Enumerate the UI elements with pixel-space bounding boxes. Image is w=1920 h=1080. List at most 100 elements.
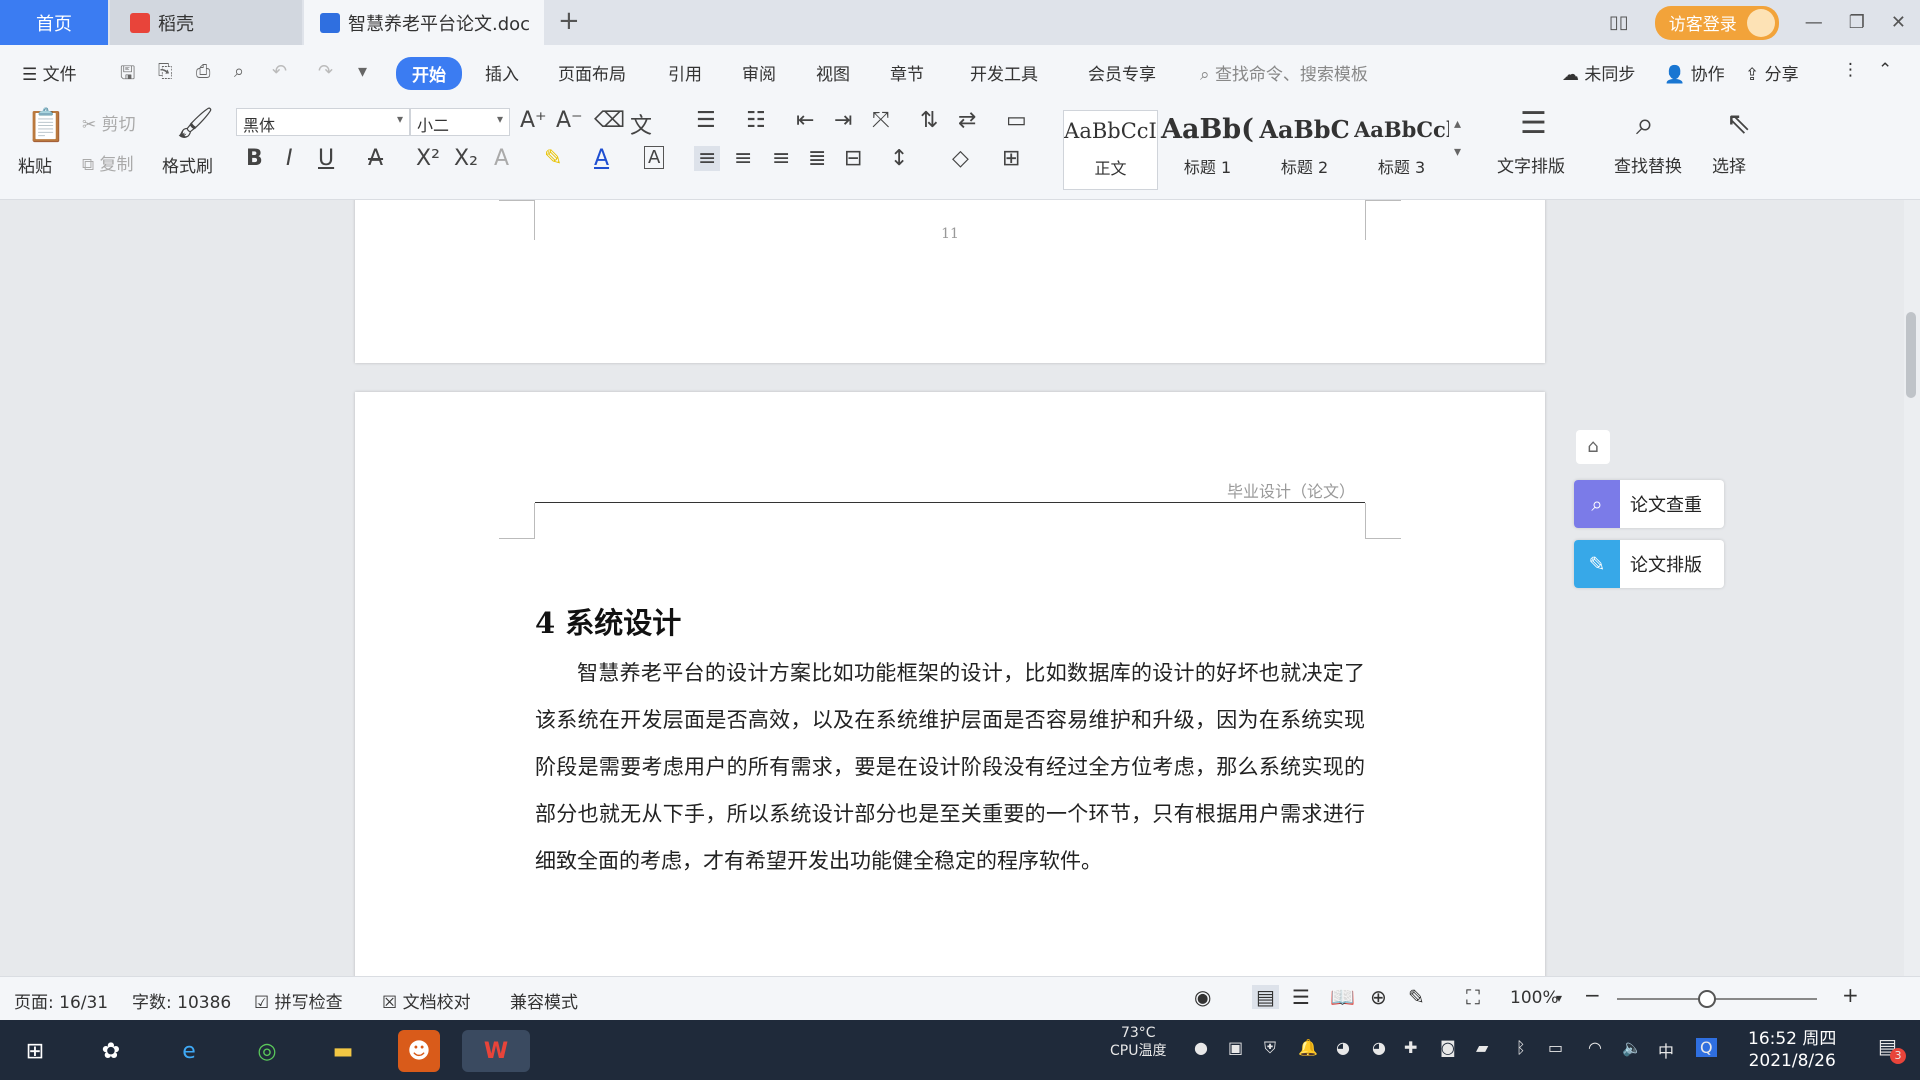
page-view-icon[interactable]: ▤ [1252, 985, 1279, 1009]
grow-font-icon[interactable]: A⁺ [520, 108, 547, 133]
shading-icon[interactable]: ◇ [952, 146, 969, 171]
sort-icon[interactable]: ⇅ [920, 108, 938, 133]
find-replace-button[interactable]: 查找替换 [1614, 152, 1682, 177]
find-icon[interactable]: ⌕ [1636, 104, 1654, 143]
restore-icon[interactable]: ❐ [1849, 12, 1865, 33]
search-app-icon[interactable]: Q [1696, 1038, 1717, 1057]
collapse-ribbon-icon[interactable]: ⌃ [1878, 60, 1892, 80]
tray-app-icon[interactable]: ◙ [1440, 1038, 1456, 1057]
chevron-down-icon[interactable]: ▾ [1556, 991, 1562, 1005]
superscript-icon[interactable]: X² [416, 146, 440, 171]
strikethrough-icon[interactable]: A [368, 146, 383, 171]
outline-view-icon[interactable]: ☰ [1292, 985, 1310, 1009]
numbered-list-icon[interactable]: ☷ [746, 108, 766, 133]
fit-page-icon[interactable]: ⛶ [1466, 985, 1480, 1009]
tab-chapter[interactable]: 章节 [890, 60, 924, 85]
reading-view-icon[interactable]: 📖 [1330, 985, 1355, 1009]
font-color-icon[interactable]: A [594, 146, 609, 171]
align-center-icon[interactable]: ≡ [734, 146, 752, 171]
bullet-list-icon[interactable]: ☰ [696, 108, 716, 133]
nvidia-icon[interactable]: ▰ [1476, 1038, 1488, 1057]
command-search[interactable]: ⌕ 查找命令、搜索模板 [1200, 60, 1368, 85]
decrease-indent-icon[interactable]: ⇤ [796, 108, 814, 133]
borders-icon[interactable]: ⊞ [1002, 146, 1020, 171]
text-direction-icon[interactable]: ⇄ [958, 108, 976, 133]
clear-format-icon[interactable]: ⌫ [594, 108, 625, 133]
cpu-temp-widget[interactable]: 73°C CPU温度 [1110, 1024, 1166, 1060]
tray-app-icon[interactable]: ✚ [1404, 1038, 1417, 1057]
tab-page-layout[interactable]: 页面布局 [558, 60, 626, 85]
scrollbar-thumb[interactable] [1906, 312, 1916, 398]
tab-document[interactable]: 智慧养老平台论文.doc [304, 0, 544, 45]
redo-icon[interactable]: ↷ [318, 61, 333, 82]
align-left-icon[interactable]: ≡ [694, 146, 721, 171]
battery-icon[interactable]: ▭ [1548, 1038, 1563, 1057]
underline-icon[interactable]: U [318, 146, 334, 171]
print-icon[interactable]: ⎙ [196, 61, 210, 82]
print-preview-icon[interactable]: ⌕ [234, 61, 244, 82]
tab-daoke[interactable]: 稻壳 [110, 0, 302, 45]
tab-home[interactable]: 首页 [0, 0, 108, 45]
shrink-font-icon[interactable]: A⁻ [556, 108, 583, 133]
chinese-layout-icon[interactable]: ⤧ [872, 108, 890, 133]
styles-scroll-icon[interactable]: ▴ ▾ [1454, 110, 1461, 166]
clock[interactable]: 16:52 周四 2021/8/26 [1748, 1028, 1836, 1072]
qq-icon[interactable]: ◕ [1336, 1038, 1350, 1057]
tab-member[interactable]: 会员专享 [1088, 60, 1156, 85]
paste-button[interactable]: 粘贴 [18, 152, 52, 177]
save-icon[interactable]: 🖫 [120, 61, 135, 91]
text-effect-icon[interactable]: A [494, 146, 509, 171]
file-menu[interactable]: ☰ 文件 [22, 60, 77, 85]
char-border-icon[interactable]: A [644, 146, 665, 169]
increase-indent-icon[interactable]: ⇥ [834, 108, 852, 133]
browser-icon[interactable]: ◎ [246, 1030, 288, 1072]
tab-developer[interactable]: 开发工具 [970, 60, 1038, 85]
highlight-icon[interactable]: ✎ [544, 146, 562, 171]
game-app-icon[interactable]: ☻ [398, 1030, 440, 1072]
style-heading-2[interactable]: AaBbC 标题 2 [1257, 110, 1352, 190]
app-icon[interactable]: ✿ [90, 1030, 132, 1072]
proofread-button[interactable]: ☒ 文档校对 [382, 988, 471, 1013]
zoom-out-icon[interactable]: − [1584, 983, 1601, 1007]
close-icon[interactable]: ✕ [1891, 12, 1906, 33]
zoom-slider-handle[interactable] [1698, 990, 1716, 1008]
word-count[interactable]: 字数: 10386 [132, 988, 231, 1013]
align-right-icon[interactable]: ≡ [772, 146, 790, 171]
web-view-icon[interactable]: ⊕ [1370, 985, 1387, 1009]
minimize-icon[interactable]: — [1805, 12, 1823, 33]
cursor-icon[interactable]: ⇖ [1726, 106, 1751, 141]
line-spacing-icon[interactable]: ↕ [890, 146, 908, 171]
style-heading-1[interactable]: AaBb(标题 1 [1160, 110, 1255, 190]
zoom-in-icon[interactable]: + [1842, 983, 1859, 1007]
page-indicator[interactable]: 页面: 16/31 [14, 988, 108, 1013]
tab-start[interactable]: 开始 [396, 57, 462, 90]
shield-icon[interactable]: ⛨ [1264, 1038, 1276, 1058]
new-tab-button[interactable]: + [558, 6, 580, 36]
thesis-check-button[interactable]: ⌕ 论文查重 [1574, 480, 1724, 528]
italic-icon[interactable]: I [286, 146, 293, 171]
windows-start-icon[interactable]: ⊞ [14, 1030, 56, 1072]
format-painter-button[interactable]: 格式刷 [162, 152, 213, 177]
section-heading[interactable]: 4 系统设计 [535, 600, 681, 642]
export-icon[interactable]: ⎘ [158, 61, 172, 82]
paste-icon[interactable]: 📋 [26, 106, 66, 144]
tray-app-icon[interactable]: ● [1194, 1038, 1208, 1057]
copy-button[interactable]: ⧉ 复制 [82, 150, 134, 175]
more-icon[interactable]: ⋮ [1842, 60, 1859, 80]
undo-icon[interactable]: ↶ [272, 61, 287, 82]
style-heading-3[interactable]: AaBbCcl 标题 3 [1354, 110, 1449, 190]
eye-protection-icon[interactable]: ◉ [1194, 985, 1211, 1009]
document-area[interactable]: 11 毕业设计（论文） 4 系统设计 智慧养老平台的设计方案比如功能框架的设计，… [0, 200, 1920, 976]
body-paragraph[interactable]: 智慧养老平台的设计方案比如功能框架的设计，比如数据库的设计的好坏也就决定了该系统… [535, 650, 1365, 885]
spell-check-button[interactable]: ☑ 拼写检查 [254, 988, 343, 1013]
current-page[interactable]: 毕业设计（论文） 4 系统设计 智慧养老平台的设计方案比如功能框架的设计，比如数… [355, 392, 1545, 976]
ie-icon[interactable]: e [168, 1030, 210, 1072]
volume-icon[interactable]: 🔈 [1622, 1038, 1642, 1057]
tab-references[interactable]: 引用 [668, 60, 702, 85]
text-layout-button[interactable]: 文字排版 [1497, 152, 1565, 177]
zoom-slider[interactable] [1617, 998, 1817, 1000]
bluetooth-icon[interactable]: ᛒ [1516, 1038, 1526, 1057]
edit-mode-icon[interactable]: ✎ [1408, 985, 1425, 1009]
ime-indicator[interactable]: 中 [1658, 1038, 1674, 1062]
tray-app-icon[interactable]: ▣ [1228, 1038, 1243, 1057]
